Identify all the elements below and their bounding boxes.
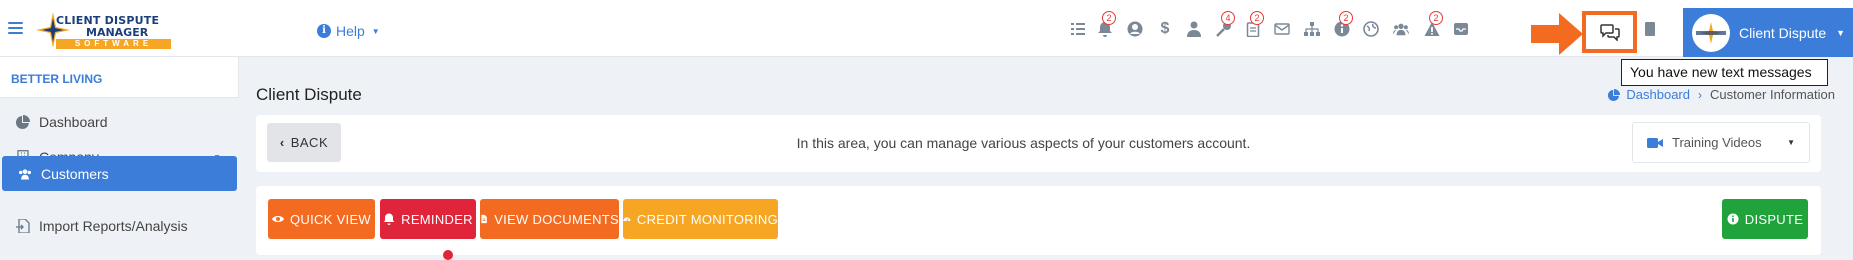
training-videos-label: Training Videos [1672,135,1762,150]
reminder-label: REMINDER [401,211,473,227]
comments-icon [1599,24,1620,41]
clipboard-icon[interactable]: 2 [1244,11,1264,38]
sidebar-brand: BETTER LIVING [0,57,239,98]
key-badge: 4 [1221,11,1235,25]
bell-badge: 2 [1102,11,1116,25]
top-navbar: CLIENT DISPUTE MANAGER SOFTWARE i Help ▼… [0,0,1853,57]
sidebar-item-label: Import Reports/Analysis [39,218,188,234]
menu-toggle-icon[interactable] [8,22,23,34]
chart-pie-icon [1608,88,1621,101]
highlight-arrow-icon [1531,13,1583,55]
dispute-button[interactable]: DISPUTE [1722,199,1808,239]
tasks-icon[interactable] [1069,20,1087,38]
clipboard-badge: 2 [1250,11,1264,25]
chevron-right-icon: › [1698,87,1702,102]
breadcrumb-home-label: Dashboard [1626,87,1690,102]
notification-dot [443,250,453,260]
app-logo[interactable]: CLIENT DISPUTE MANAGER SOFTWARE [36,12,171,49]
sidebar: BETTER LIVING Dashboard Company ▼ Custom… [0,57,239,255]
warning-badge: 2 [1429,11,1443,25]
info-card: ‹ BACK In this area, you can manage vari… [256,115,1821,172]
sidebar-item-label: Customers [41,165,109,182]
dollar-icon[interactable]: $ [1156,20,1174,38]
actions-card: QUICK VIEW REMINDER VIEW DOCUMENTS CREDI… [256,186,1821,255]
users-icon[interactable] [1392,20,1410,38]
help-menu[interactable]: i Help ▼ [317,23,380,39]
sidebar-item-customers[interactable]: Customers [2,156,237,191]
quick-view-button[interactable]: QUICK VIEW [268,199,375,239]
info-badge: 2 [1339,11,1353,25]
chevron-down-icon: ▼ [371,26,380,36]
avatar [1692,13,1730,52]
bell-icon [383,213,395,225]
video-camera-icon [1647,137,1663,148]
quick-view-label: QUICK VIEW [289,211,371,227]
info-circle-icon [1727,213,1739,225]
view-documents-button[interactable]: VIEW DOCUMENTS [480,199,619,239]
dispute-label: DISPUTE [1744,211,1804,227]
reminder-button[interactable]: REMINDER [380,199,476,239]
help-label: Help [336,23,365,39]
gauge-icon [623,217,631,222]
sidebar-item-import-reports[interactable]: Import Reports/Analysis [0,207,239,245]
user-circle-icon[interactable] [1126,20,1144,38]
info-icon: i [317,24,331,38]
sitemap-icon[interactable] [1303,20,1321,38]
page-title: Client Dispute [256,85,362,104]
globe-icon[interactable] [1362,20,1380,38]
tablet-icon[interactable] [1641,20,1659,38]
file-icon [481,214,487,224]
breadcrumb-current: Customer Information [1710,87,1835,102]
warning-icon[interactable]: 2 [1423,11,1443,38]
file-import-icon [15,219,31,233]
chevron-down-icon: ▼ [1836,27,1846,38]
view-documents-label: VIEW DOCUMENTS [494,211,619,227]
info-circle-icon[interactable]: 2 [1333,11,1353,38]
bell-icon[interactable]: 2 [1096,11,1116,38]
messages-tooltip: You have new text messages [1621,59,1828,86]
eye-icon [271,216,284,222]
chart-pie-icon [15,115,31,129]
sidebar-item-label: Dashboard [39,114,108,130]
inbox-icon[interactable] [1452,20,1470,38]
user-tie-icon[interactable] [1185,20,1203,38]
logo-line3: SOFTWARE [56,39,171,49]
breadcrumb-home[interactable]: Dashboard [1608,87,1690,102]
envelope-icon[interactable] [1273,20,1291,38]
credit-monitoring-button[interactable]: CREDIT MONITORING [623,199,778,239]
user-name: Client Dispute [1739,24,1827,41]
credit-monitoring-label: CREDIT MONITORING [636,211,778,227]
info-message: In this area, you can manage various asp… [796,135,1251,151]
text-messages-button[interactable] [1582,11,1637,53]
key-icon[interactable]: 4 [1215,11,1235,38]
training-videos-select[interactable]: Training Videos ▼ [1632,122,1810,163]
user-menu[interactable]: Client Dispute ▼ [1683,8,1853,57]
users-icon [17,167,33,181]
breadcrumb: Dashboard › Customer Information [1608,87,1835,102]
chevron-down-icon: ▼ [1787,138,1795,147]
sidebar-item-dashboard[interactable]: Dashboard [0,103,239,141]
logo-line2: MANAGER [86,26,149,39]
